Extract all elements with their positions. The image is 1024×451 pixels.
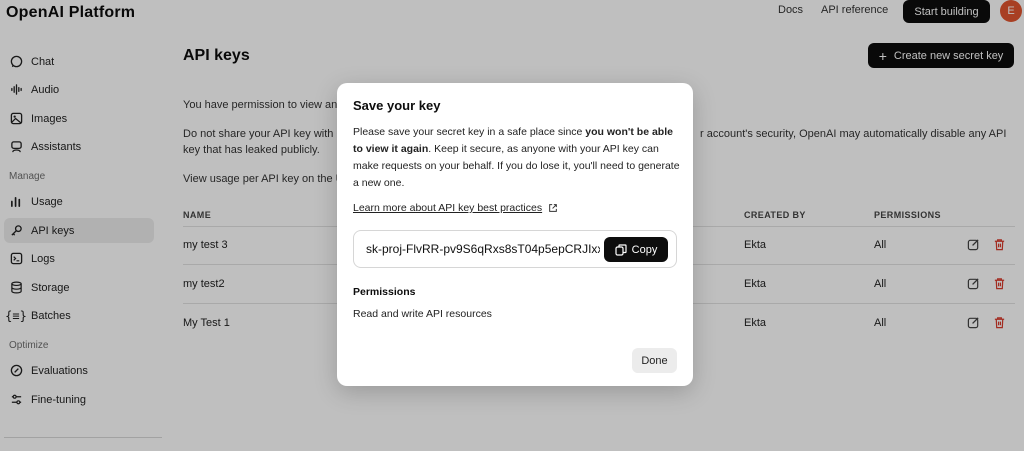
best-practices-link[interactable]: Learn more about API key best practices — [353, 202, 558, 214]
copy-icon — [615, 243, 627, 256]
dialog-title: Save your key — [353, 98, 441, 113]
copy-label: Copy — [631, 243, 658, 256]
permissions-value: Read and write API resources — [353, 308, 492, 320]
save-key-dialog: Save your key Please save your secret ke… — [337, 83, 693, 386]
external-link-icon — [548, 203, 558, 213]
best-practices-link-label: Learn more about API key best practices — [353, 202, 543, 214]
copy-button[interactable]: Copy — [604, 237, 668, 262]
done-button[interactable]: Done — [632, 348, 677, 373]
secret-key-field[interactable]: sk-proj-FlvRR-pv9S6qRxs8sT04p5epCRJIxxxx… — [353, 230, 677, 268]
dialog-message-start: Please save your secret key in a safe pl… — [353, 126, 586, 138]
secret-key-value[interactable]: sk-proj-FlvRR-pv9S6qRxs8sT04p5epCRJIxxxx — [366, 242, 600, 256]
dialog-message: Please save your secret key in a safe pl… — [353, 124, 683, 192]
permissions-heading: Permissions — [353, 286, 416, 298]
